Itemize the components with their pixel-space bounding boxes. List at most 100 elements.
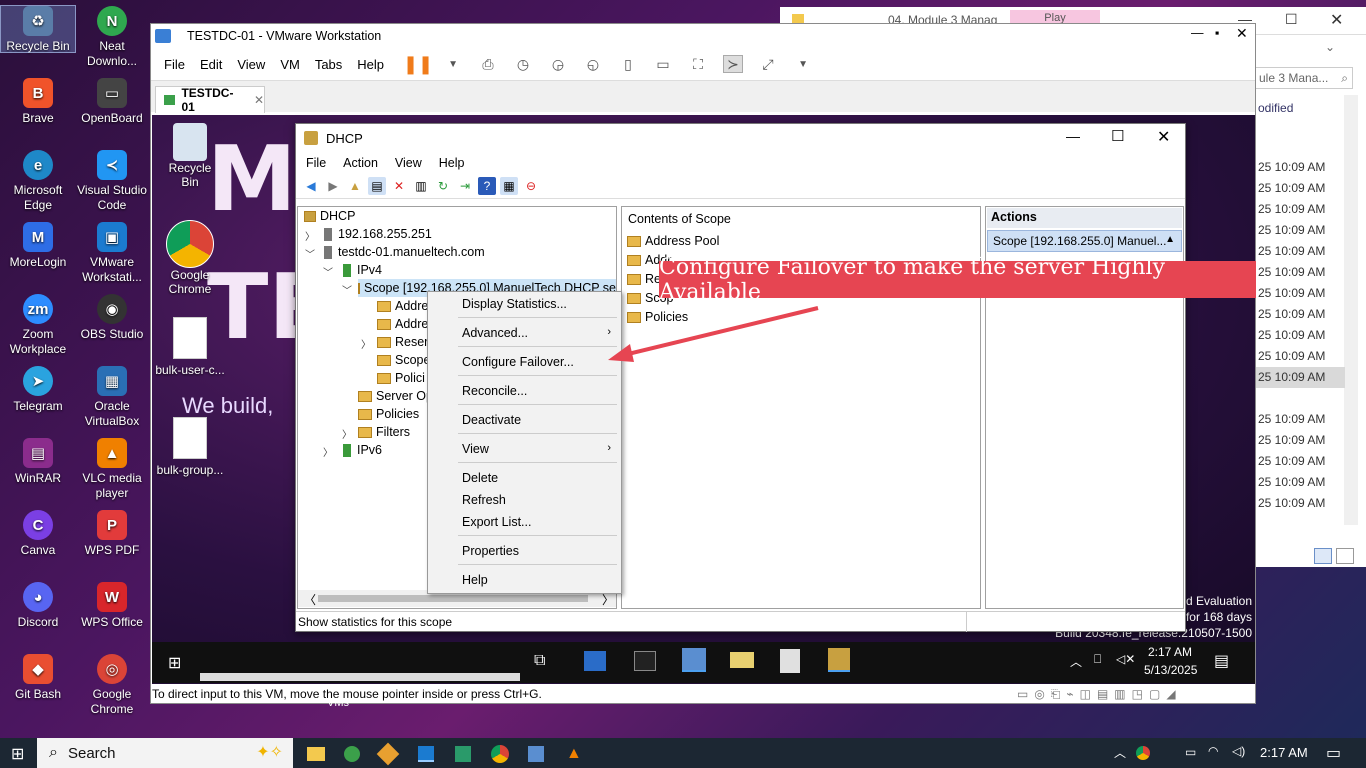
menu-item-help[interactable]: Help	[462, 570, 488, 590]
actions-scope-item[interactable]: Scope [192.168.255.0] Manuel... ▲	[987, 230, 1182, 252]
desktop-icon-virtualbox[interactable]: ▦ Oracle VirtualBox	[75, 366, 149, 429]
context-menu[interactable]: Display Statistics... Advanced... › Conf…	[427, 291, 622, 594]
list-item[interactable]: 25 10:09 AM	[1255, 178, 1345, 199]
scroll-left-icon[interactable]: 〈	[304, 591, 316, 608]
server-manager-icon[interactable]	[682, 648, 706, 672]
desktop-icon-canva[interactable]: C Canva	[1, 510, 75, 558]
pause-icon[interactable]: ❚❚	[403, 54, 433, 74]
tree-ipv4[interactable]: IPv4	[343, 261, 382, 279]
tree-policies[interactable]: Policies	[358, 405, 419, 423]
list-item[interactable]: 25 10:09 AM	[1255, 199, 1345, 220]
list-item[interactable]: 25 10:09 AM	[1255, 346, 1345, 367]
chevron-down-icon[interactable]: ﹀	[323, 264, 333, 279]
vmware-taskbar-icon[interactable]	[418, 746, 434, 762]
menu-item-properties[interactable]: Properties	[462, 541, 519, 561]
battery-icon[interactable]: ▭	[1185, 745, 1196, 759]
list-item[interactable]: 25 10:09 AM	[1255, 451, 1345, 472]
menu-item-reconcile[interactable]: Reconcile...	[462, 381, 527, 401]
desktop-icon-vlc[interactable]: ▲ VLC media player	[75, 438, 149, 501]
thumbnail-icon[interactable]: ▭	[653, 55, 673, 73]
tree-root-dhcp[interactable]: DHCP	[304, 207, 355, 225]
forward-icon[interactable]: ▶	[324, 177, 342, 195]
snapshot-icon[interactable]: ◷	[513, 55, 533, 73]
volume-icon[interactable]: ◁✕	[1116, 652, 1135, 666]
notepad-icon[interactable]	[780, 649, 800, 673]
show-hide-tree-icon[interactable]: ▤	[368, 177, 386, 195]
menu-file[interactable]: File	[306, 156, 326, 170]
refresh-icon[interactable]: ↻	[434, 177, 452, 195]
taskbar-app-icon[interactable]	[528, 746, 544, 762]
up-folder-icon[interactable]: ▲	[346, 177, 364, 195]
vlc-icon[interactable]: ▲	[566, 745, 582, 763]
list-item[interactable]: 25 10:09 AM	[1255, 409, 1345, 430]
desktop-icon-openboard[interactable]: ▭ OpenBoard	[75, 78, 149, 126]
windows-start-icon[interactable]: ⊞	[168, 653, 181, 673]
minimize-icon[interactable]: —	[1191, 26, 1204, 40]
menu-edit[interactable]: Edit	[200, 57, 222, 72]
guest-icon-chrome[interactable]: Google Chrome	[160, 220, 220, 296]
menu-help[interactable]: Help	[357, 57, 384, 72]
contents-header[interactable]: Contents of Scope	[628, 212, 731, 226]
list-item[interactable]: 25 10:09 AM	[1255, 220, 1345, 241]
scroll-thumb[interactable]	[318, 595, 588, 602]
tree-ipv6[interactable]: IPv6	[343, 441, 382, 459]
desktop-icon-discord[interactable]: ◕ Discord	[1, 582, 75, 630]
task-view-icon[interactable]: ⧉	[534, 652, 545, 670]
host-clock[interactable]: 2:17 AM	[1260, 745, 1308, 760]
revert-snapshot-icon[interactable]: ◶	[548, 55, 568, 73]
maximize-icon[interactable]: ☐	[1111, 127, 1124, 145]
close-icon[interactable]: ✕	[254, 93, 264, 107]
menu-action[interactable]: Action	[343, 156, 378, 170]
desktop-icon-zoom[interactable]: zm Zoom Workplace	[1, 294, 75, 357]
chevron-up-icon[interactable]: ︿	[1070, 653, 1082, 670]
menu-item-view[interactable]: View	[462, 439, 489, 459]
help-icon[interactable]: ?	[478, 177, 496, 195]
tab-testdc-01[interactable]: TESTDC-01 ✕	[155, 86, 265, 114]
desktop-icon-recycle-bin[interactable]: ♻ Recycle Bin	[0, 5, 76, 53]
deactivate-icon[interactable]: ⊖	[522, 177, 540, 195]
list-item[interactable]: Address Pool	[627, 232, 719, 250]
chevron-right-icon[interactable]: 〉	[342, 426, 352, 441]
guest-icon-bulk-group[interactable]: bulk-group...	[152, 417, 228, 477]
menu-file[interactable]: File	[164, 57, 185, 72]
list-item[interactable]: 25 10:09 AM	[1255, 262, 1345, 283]
snapshot-manager-icon[interactable]: ◵	[583, 55, 603, 73]
tree-address-leases[interactable]: Addre	[377, 315, 428, 333]
list-item[interactable]: 25 10:09 AM	[1255, 430, 1345, 451]
export-icon[interactable]: ⇥	[456, 177, 474, 195]
send-keys-icon[interactable]: ⎙	[478, 55, 498, 73]
chevron-down-icon[interactable]: ﹀	[305, 246, 315, 261]
menu-view[interactable]: View	[395, 156, 422, 170]
tree-scope-options[interactable]: Scope	[377, 351, 430, 369]
menu-vm[interactable]: VM	[280, 57, 300, 72]
taskbar-app-icon[interactable]	[344, 746, 360, 762]
chevron-down-icon[interactable]: ▼	[793, 55, 813, 73]
guest-icon-recycle-bin[interactable]: Recycle Bin	[160, 123, 220, 189]
chevron-right-icon[interactable]: 〉	[305, 228, 315, 243]
tree-address-pool[interactable]: Addre	[377, 297, 428, 315]
dhcp-taskbar-icon[interactable]	[828, 648, 850, 672]
guest-clock-time[interactable]: 2:17 AM	[1148, 645, 1192, 659]
list-item[interactable]: 25 10:09 AM	[1255, 472, 1345, 493]
stretch-icon[interactable]: ⤢	[758, 55, 778, 73]
tree-scope-policies[interactable]: Polici	[377, 369, 425, 387]
properties-icon[interactable]: ▥	[412, 177, 430, 195]
details-view-icon[interactable]	[1314, 548, 1332, 564]
desktop-icon-obs[interactable]: ◉ OBS Studio	[75, 294, 149, 342]
bg-search-input[interactable]: ule 3 Mana... ⌕	[1255, 67, 1353, 89]
chevron-down-icon[interactable]: ▼	[443, 55, 463, 73]
menu-item-display-statistics[interactable]: Display Statistics...	[462, 294, 567, 314]
device-icons[interactable]: ▭◎⎗⌁◫▤▥◳▢◢	[1017, 684, 1182, 704]
desktop-icon-telegram[interactable]: ➤ Telegram	[1, 366, 75, 414]
fullscreen-icon[interactable]: ⛶	[688, 55, 708, 73]
list-item[interactable]: 25 10:09 AM	[1255, 325, 1345, 346]
list-item[interactable]: 25 10:09 AM	[1255, 241, 1345, 262]
taskbar-search-box[interactable]	[200, 673, 520, 681]
desktop-icon-morelogin[interactable]: M MoreLogin	[1, 222, 75, 270]
desktop-icon-edge[interactable]: e Microsoft Edge	[1, 150, 75, 213]
menu-view[interactable]: View	[237, 57, 265, 72]
guest-icon-bulk-user[interactable]: bulk-user-c...	[152, 317, 228, 377]
desktop-icon-git-bash[interactable]: ◆ Git Bash	[1, 654, 75, 702]
maximize-icon[interactable]: ☐	[1285, 11, 1298, 28]
list-item[interactable]: 25 10:09 AM	[1255, 367, 1345, 388]
